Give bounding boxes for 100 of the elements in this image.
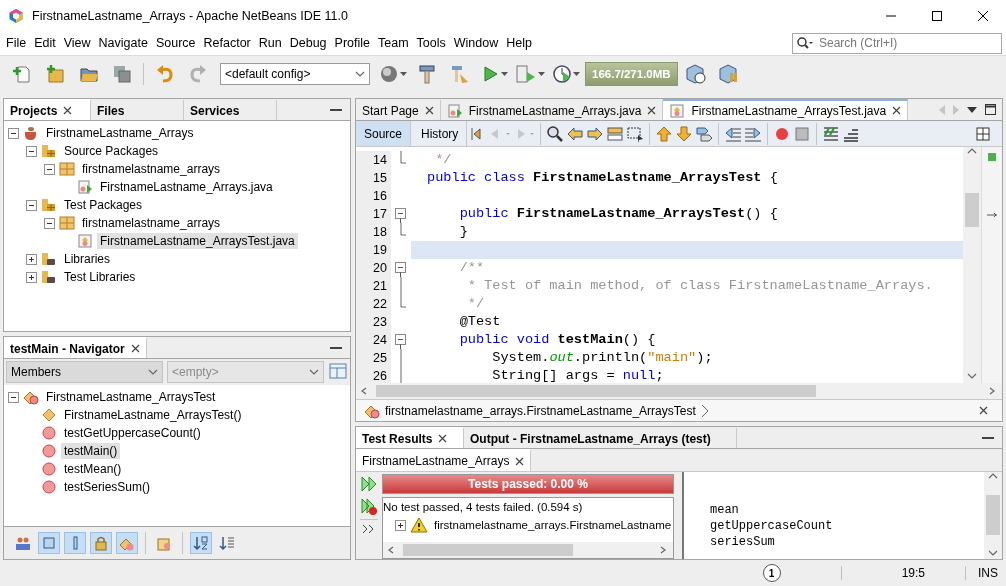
fold-toggle[interactable] xyxy=(395,205,407,223)
close-icon[interactable] xyxy=(647,106,657,115)
tree-item[interactable]: Test Packages xyxy=(61,197,146,213)
arrow-down-icon[interactable] xyxy=(675,124,694,143)
scroll-thumb[interactable] xyxy=(965,193,979,227)
collapse-toggle[interactable] xyxy=(26,199,37,211)
collapse-toggle[interactable] xyxy=(44,217,55,229)
tree-item[interactable]: FirstnameLastname_Arrays xyxy=(43,125,197,141)
save-icon[interactable] xyxy=(112,64,132,84)
hammer-icon[interactable] xyxy=(417,64,437,84)
session-tab[interactable]: FirstnameLastname_Arrays xyxy=(356,449,532,471)
close-icon[interactable] xyxy=(130,344,140,353)
rerun-icon[interactable] xyxy=(360,475,378,493)
view-tab[interactable]: History xyxy=(413,121,468,146)
expand-toggle[interactable] xyxy=(395,519,406,531)
menu-item[interactable]: Source xyxy=(151,36,200,50)
maximize-icon[interactable] xyxy=(985,104,996,115)
panel-tab[interactable]: testMain - Navigator xyxy=(4,337,147,358)
caret-icon[interactable] xyxy=(967,106,977,113)
close-icon[interactable] xyxy=(424,106,434,115)
panel-tab[interactable]: Projects xyxy=(4,99,91,120)
tree-item[interactable]: testMean() xyxy=(61,461,125,477)
double-chevron-icon[interactable] xyxy=(362,524,376,534)
editor-tab[interactable]: FirstnameLastname_ArraysTest.java xyxy=(663,99,909,120)
collapse-toggle[interactable] xyxy=(8,127,19,139)
close-icon[interactable] xyxy=(978,10,988,21)
menu-item[interactable]: View xyxy=(59,36,95,50)
expand-toggle[interactable] xyxy=(26,253,37,265)
scroll-thumb[interactable] xyxy=(376,385,816,397)
menu-item[interactable]: Edit xyxy=(30,36,60,50)
close-icon[interactable] xyxy=(438,434,448,443)
highlight-icon[interactable] xyxy=(606,124,625,143)
new-file-icon[interactable] xyxy=(13,64,33,84)
tree-item[interactable]: firstnamelastname_arrays xyxy=(79,215,224,231)
scope-dropdown: <empty> xyxy=(167,361,324,383)
minimize-icon[interactable] xyxy=(330,108,342,111)
fold-toggle[interactable] xyxy=(395,331,407,349)
selection-icon[interactable] xyxy=(626,124,645,143)
close-icon[interactable] xyxy=(63,106,73,115)
maximize-icon[interactable] xyxy=(932,10,942,21)
minimize-icon[interactable] xyxy=(982,436,994,439)
fold-toggle[interactable] xyxy=(395,259,407,277)
shift-right-icon[interactable] xyxy=(744,124,763,143)
tree-item[interactable]: testSeriesSum() xyxy=(61,479,154,495)
filter-toggle[interactable] xyxy=(116,532,138,554)
members-dropdown[interactable]: Members xyxy=(6,361,163,383)
split-icon[interactable] xyxy=(976,126,990,141)
tree-item[interactable]: FirstnameLastname_ArraysTest xyxy=(43,389,219,405)
filter-toggle[interactable] xyxy=(64,532,86,554)
tree-item[interactable]: FirstnameLastname_ArraysTest() xyxy=(61,407,245,423)
search-icon[interactable] xyxy=(796,35,814,50)
scroll-thumb[interactable] xyxy=(403,544,573,556)
tree-item[interactable]: testMain() xyxy=(61,443,121,459)
search-field[interactable]: Search (Ctrl+I) xyxy=(792,32,1002,54)
menu-item[interactable]: File xyxy=(2,36,31,50)
collapse-toggle[interactable] xyxy=(26,145,37,157)
tree-item[interactable]: FirstnameLastname_ArraysTest.java xyxy=(97,233,298,249)
tree-item[interactable]: Libraries xyxy=(61,251,114,267)
config-dropdown[interactable]: <default config> xyxy=(220,63,370,85)
globe-icon[interactable] xyxy=(379,64,399,84)
menu-item[interactable]: Help xyxy=(502,36,536,50)
cube-pause-icon[interactable] xyxy=(717,63,740,85)
view-tab[interactable]: Source xyxy=(356,121,412,146)
clock-cube-icon[interactable] xyxy=(684,63,707,85)
close-icon[interactable] xyxy=(979,406,988,415)
menu-item[interactable]: Team xyxy=(374,36,413,50)
tree-item[interactable]: FirstnameLastname_Arrays.java xyxy=(97,179,276,195)
test-result-item[interactable]: firstnamelastname_arrays.FirstnameLastname xyxy=(434,519,672,531)
filter-toggle[interactable] xyxy=(38,532,60,554)
gauge-icon[interactable] xyxy=(552,64,572,84)
rerun-failed-icon[interactable] xyxy=(360,497,378,515)
shift-left-icon[interactable] xyxy=(724,124,743,143)
minimize-icon[interactable] xyxy=(330,346,342,349)
menu-item[interactable]: Refactor xyxy=(199,36,255,50)
new-folder-icon[interactable] xyxy=(46,64,66,84)
close-icon[interactable] xyxy=(892,106,902,115)
menu-item[interactable]: Window xyxy=(449,36,503,50)
scroll-thumb[interactable] xyxy=(986,494,1000,535)
bookmark-icon[interactable] xyxy=(695,124,714,143)
comment-icon[interactable] xyxy=(822,124,841,143)
menu-item[interactable]: Debug xyxy=(285,36,331,50)
tree-item[interactable]: Source Packages xyxy=(61,143,162,159)
tree-item[interactable]: firstnamelastname_arrays xyxy=(79,161,224,177)
filter-toggle[interactable] xyxy=(190,532,212,554)
search-icon[interactable] xyxy=(546,124,565,143)
notification-badge[interactable]: 1 xyxy=(762,564,781,582)
menu-item[interactable]: Tools xyxy=(412,36,450,50)
filter-toggle[interactable] xyxy=(90,532,112,554)
close-icon[interactable] xyxy=(515,456,525,466)
window-icon[interactable] xyxy=(328,361,348,381)
expand-toggle[interactable] xyxy=(26,271,37,283)
menu-item[interactable]: Profile xyxy=(330,36,374,50)
menu-item[interactable]: Run xyxy=(254,36,286,50)
arrow-up-icon[interactable] xyxy=(655,124,674,143)
collapse-toggle[interactable] xyxy=(8,391,19,403)
collapse-toggle[interactable] xyxy=(44,163,55,175)
panel-tab[interactable]: Test Results xyxy=(356,427,464,448)
tree-item[interactable]: Test Libraries xyxy=(61,269,139,285)
tree-item[interactable]: testGetUppercaseCount() xyxy=(61,425,204,441)
menu-item[interactable]: Navigate xyxy=(94,36,152,50)
